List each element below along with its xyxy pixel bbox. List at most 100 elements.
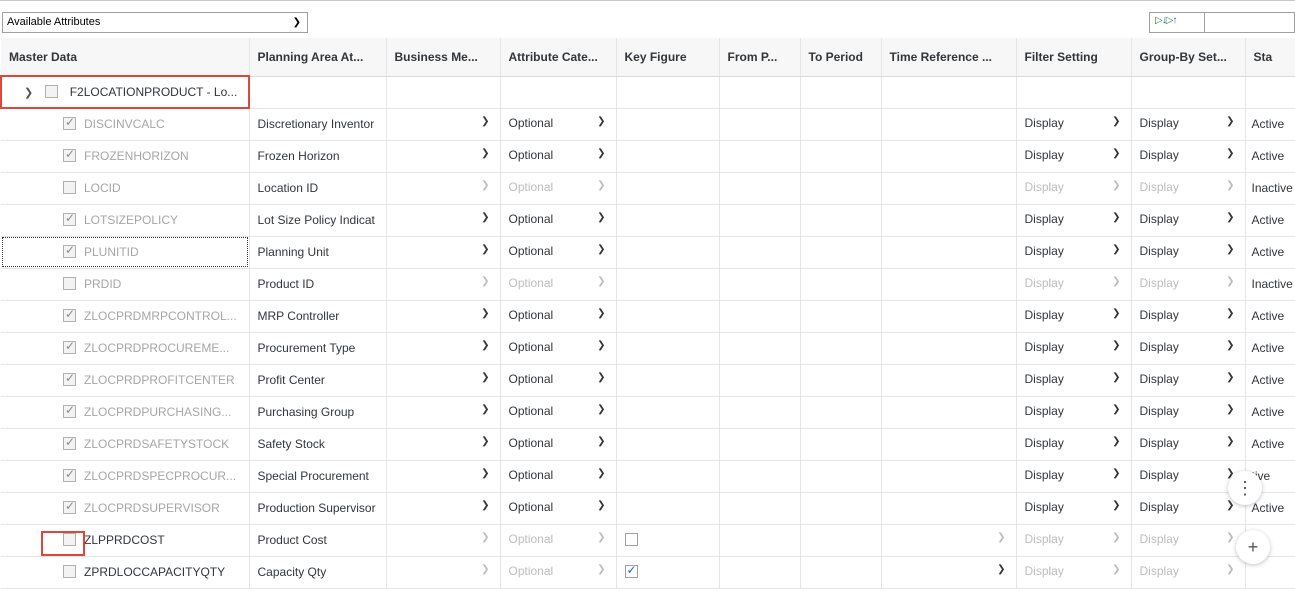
attribute-category-cell[interactable]: Optional ❯	[500, 204, 617, 237]
collapse-icon[interactable]: ⋮	[1228, 471, 1262, 505]
chevron-down-icon[interactable]: ❯	[1226, 532, 1234, 543]
table-row[interactable]: ZLOCPRDMRPCONTROL...MRP Controller❯Optio…	[1, 300, 1295, 333]
row-checkbox[interactable]	[63, 181, 76, 195]
chevron-down-icon[interactable]: ❯	[24, 86, 38, 99]
table-row[interactable]: ZLOCPRDPROCUREME...Procurement Type❯Opti…	[1, 332, 1295, 365]
to-period-cell[interactable]	[800, 236, 882, 269]
table-row[interactable]: ZLOCPRDPURCHASING...Purchasing Group❯Opt…	[1, 396, 1295, 429]
column-header-0[interactable]: Master Data	[1, 38, 250, 77]
chevron-down-icon[interactable]: ❯	[597, 340, 605, 351]
business-meaning-cell[interactable]: ❯	[386, 364, 501, 397]
to-period-cell[interactable]	[800, 108, 882, 141]
time-reference-cell[interactable]	[881, 492, 1017, 525]
master-data-cell[interactable]: ZLPPRDCOST	[1, 524, 250, 557]
attribute-category-cell[interactable]: Optional ❯	[500, 492, 617, 525]
master-data-cell[interactable]: DISCINVCALC	[1, 108, 250, 141]
sort-ascending-descending-icon[interactable]: ▷↓▷↑	[1155, 15, 1209, 30]
chevron-down-icon[interactable]: ❯	[1112, 276, 1120, 287]
filter-setting-cell[interactable]: Display ❯	[1016, 396, 1132, 429]
to-period-cell[interactable]	[800, 268, 882, 301]
business-meaning-cell[interactable]: ❯	[386, 556, 501, 589]
row-checkbox[interactable]	[63, 467, 76, 483]
business-meaning-cell[interactable]: ❯	[386, 396, 501, 429]
chevron-down-icon[interactable]: ❯	[481, 436, 489, 447]
chevron-down-icon[interactable]: ❯	[597, 436, 605, 447]
from-period-cell[interactable]	[719, 172, 801, 205]
filter-setting-cell[interactable]: Display ❯	[1016, 204, 1132, 237]
group-by-setting-cell[interactable]: Display ❯	[1131, 364, 1246, 397]
sort-field[interactable]: ▷↓▷↑	[1149, 12, 1295, 33]
filter-setting-cell[interactable]: Display ❯	[1016, 300, 1132, 333]
column-header-8[interactable]: Filter Setting	[1016, 38, 1132, 77]
to-period-cell[interactable]	[800, 460, 882, 493]
filter-setting-cell[interactable]: Display ❯	[1016, 364, 1132, 397]
time-reference-cell[interactable]	[881, 140, 1017, 173]
chevron-down-icon[interactable]: ❯	[1226, 340, 1234, 351]
filter-setting-cell[interactable]: Display ❯	[1016, 428, 1132, 461]
to-period-cell[interactable]	[800, 204, 882, 237]
chevron-down-icon[interactable]: ❯	[597, 148, 605, 159]
chevron-down-icon[interactable]: ❯	[1226, 244, 1234, 255]
row-checkbox[interactable]	[63, 211, 76, 227]
chevron-down-icon[interactable]: ❯	[481, 308, 489, 319]
attribute-category-cell[interactable]: Optional ❯	[500, 524, 617, 557]
chevron-down-icon[interactable]: ❯	[481, 468, 489, 479]
business-meaning-cell[interactable]: ❯	[386, 108, 501, 141]
time-reference-cell[interactable]	[881, 268, 1017, 301]
chevron-down-icon[interactable]: ❯	[1112, 564, 1120, 575]
filter-setting-cell[interactable]: Display ❯	[1016, 108, 1132, 141]
attribute-category-cell[interactable]: Optional ❯	[500, 140, 617, 173]
filter-setting-cell[interactable]: Display ❯	[1016, 268, 1132, 301]
key-figure-cell[interactable]	[616, 364, 720, 397]
business-meaning-cell[interactable]: ❯	[386, 236, 501, 269]
chevron-down-icon[interactable]: ❯	[1112, 116, 1120, 127]
chevron-down-icon[interactable]: ❯	[597, 564, 605, 575]
to-period-cell[interactable]	[800, 140, 882, 173]
master-data-cell[interactable]: LOTSIZEPOLICY	[1, 204, 250, 237]
business-meaning-cell[interactable]: ❯	[386, 172, 501, 205]
attribute-category-cell[interactable]: Optional ❯	[500, 428, 617, 461]
key-figure-cell[interactable]	[616, 428, 720, 461]
row-checkbox[interactable]	[63, 371, 76, 387]
row-checkbox[interactable]	[63, 147, 76, 163]
chevron-down-icon[interactable]: ❯	[1226, 436, 1234, 447]
business-meaning-cell[interactable]: ❯	[386, 332, 501, 365]
key-figure-cell[interactable]	[616, 460, 720, 493]
chevron-down-icon[interactable]: ❯	[1226, 148, 1234, 159]
chevron-down-icon[interactable]: ❯	[481, 564, 489, 575]
chevron-down-icon[interactable]: ❯	[1112, 532, 1120, 543]
row-checkbox[interactable]	[63, 243, 76, 259]
row-checkbox[interactable]	[63, 277, 76, 291]
master-data-cell[interactable]: ZLOCPRDPURCHASING...	[1, 396, 250, 429]
filter-setting-cell[interactable]: Display ❯	[1016, 332, 1132, 365]
filter-setting-cell[interactable]: Display ❯	[1016, 460, 1132, 493]
time-reference-cell[interactable]	[881, 460, 1017, 493]
group-by-setting-cell[interactable]: Display ❯	[1131, 140, 1246, 173]
table-row[interactable]: ZLOCPRDPROFITCENTERProfit Center❯Optiona…	[1, 364, 1295, 397]
column-header-1[interactable]: Planning Area At...	[249, 38, 387, 77]
attribute-category-cell[interactable]: Optional ❯	[500, 396, 617, 429]
master-data-cell[interactable]: LOCID	[1, 172, 250, 205]
time-reference-cell[interactable]	[881, 236, 1017, 269]
chevron-down-icon[interactable]: ❯	[1226, 500, 1234, 511]
business-meaning-cell[interactable]: ❯	[386, 428, 501, 461]
chevron-down-icon[interactable]: ❯	[997, 564, 1005, 575]
business-meaning-cell[interactable]: ❯	[386, 524, 501, 557]
key-figure-cell[interactable]	[616, 332, 720, 365]
group-by-setting-cell[interactable]: Display ❯	[1131, 428, 1246, 461]
from-period-cell[interactable]	[719, 364, 801, 397]
attribute-category-cell[interactable]: Optional ❯	[500, 268, 617, 301]
chevron-down-icon[interactable]: ❯	[1226, 276, 1234, 287]
row-checkbox[interactable]	[63, 307, 76, 323]
chevron-down-icon[interactable]: ❯	[1226, 116, 1234, 127]
chevron-down-icon[interactable]: ❯	[997, 532, 1005, 543]
time-reference-cell[interactable]	[881, 172, 1017, 205]
filter-setting-cell[interactable]: Display ❯	[1016, 236, 1132, 269]
to-period-cell[interactable]	[800, 492, 882, 525]
table-row[interactable]: FROZENHORIZONFrozen Horizon❯Optional❯Dis…	[1, 140, 1295, 173]
chevron-down-icon[interactable]: ❯	[1112, 340, 1120, 351]
from-period-cell[interactable]	[719, 204, 801, 237]
row-checkbox[interactable]	[63, 115, 76, 131]
table-row[interactable]: DISCINVCALCDiscretionary Inventor❯Option…	[1, 108, 1295, 141]
column-header-2[interactable]: Business Me...	[386, 38, 501, 77]
